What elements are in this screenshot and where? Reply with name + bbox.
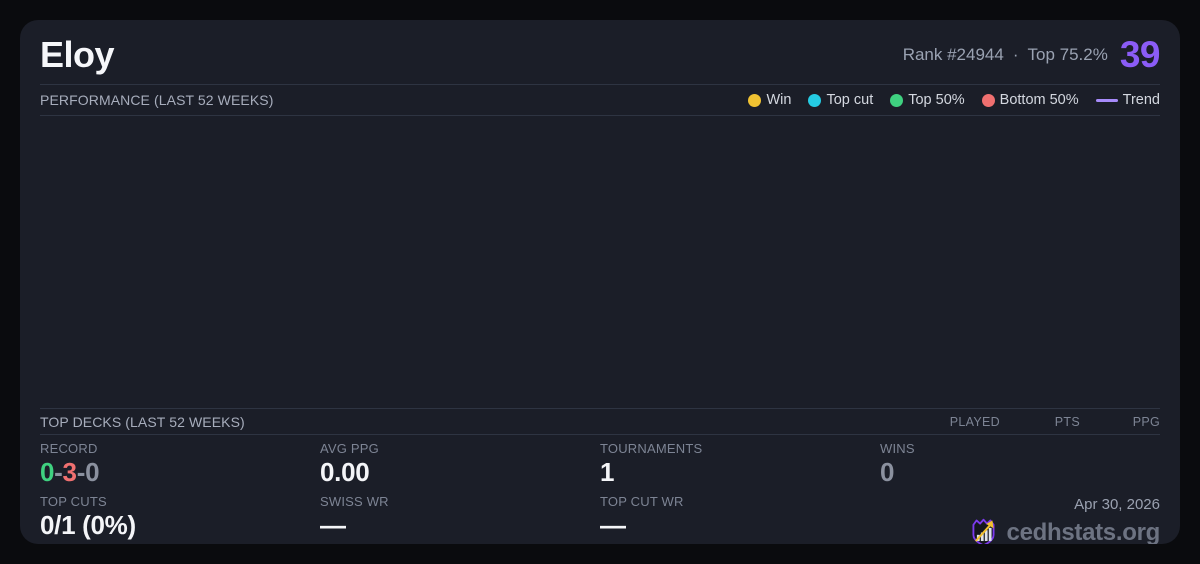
stat-swiss-wr-value: — — [320, 510, 600, 541]
top-cut-dot-icon — [808, 94, 821, 107]
stat-tournaments-value: 1 — [600, 457, 880, 488]
stat-avg-ppg: AVG PPG 0.00 — [320, 441, 600, 494]
date-text: Apr 30, 2026 — [1074, 496, 1160, 513]
stat-top-cuts: TOP CUTS 0/1 (0%) — [40, 494, 320, 544]
record-draws: 0 — [85, 457, 99, 487]
page-title: Eloy — [40, 34, 114, 76]
stat-tournaments: TOURNAMENTS 1 — [600, 441, 880, 494]
chart-legend: Win Top cut Top 50% Bottom 50% Trend — [748, 92, 1160, 108]
top-percent-text: Top 75.2% — [1028, 45, 1108, 65]
stat-top-cuts-value: 0/1 (0%) — [40, 510, 320, 541]
top50-dot-icon — [890, 94, 903, 107]
bottom50-dot-icon — [982, 94, 995, 107]
header-right: Rank #24944 · Top 75.2% 39 — [903, 34, 1160, 76]
legend-item-top50: Top 50% — [890, 92, 964, 108]
column-header-ppg: PPG — [1080, 415, 1160, 429]
stat-wins: WINS 0 — [880, 441, 1160, 494]
legend-item-top-cut: Top cut — [808, 92, 873, 108]
stat-tournaments-label: TOURNAMENTS — [600, 441, 880, 456]
stat-top-cut-wr-label: TOP CUT WR — [600, 494, 880, 509]
performance-chart — [20, 116, 1180, 408]
footer-cell: Apr 30, 2026 cedhstats.org — [880, 494, 1160, 544]
stat-wins-label: WINS — [880, 441, 1160, 456]
score-badge: 39 — [1120, 34, 1160, 76]
rank-summary: Rank #24944 · Top 75.2% — [903, 45, 1108, 65]
stat-record-value: 0-3-0 — [40, 457, 320, 488]
stat-avg-ppg-value: 0.00 — [320, 457, 600, 488]
record-wins: 0 — [40, 457, 54, 487]
legend-item-trend: Trend — [1096, 92, 1160, 108]
stat-swiss-wr: SWISS WR — — [320, 494, 600, 544]
stat-wins-value: 0 — [880, 457, 1160, 488]
top-decks-section-title: TOP DECKS (LAST 52 WEEKS) — [40, 414, 245, 430]
stat-top-cuts-label: TOP CUTS — [40, 494, 320, 509]
cedhstats-logo-icon — [968, 517, 999, 544]
stat-swiss-wr-label: SWISS WR — [320, 494, 600, 509]
performance-section-title: PERFORMANCE (LAST 52 WEEKS) — [40, 92, 274, 108]
stat-avg-ppg-label: AVG PPG — [320, 441, 600, 456]
stat-top-cut-wr: TOP CUT WR — — [600, 494, 880, 544]
rank-text: Rank #24944 — [903, 45, 1004, 65]
top-decks-header-row: TOP DECKS (LAST 52 WEEKS) PLAYED PTS PPG — [20, 409, 1180, 434]
stats-grid: RECORD 0-3-0 AVG PPG 0.00 TOURNAMENTS 1 … — [20, 435, 1180, 544]
legend-item-win: Win — [748, 92, 791, 108]
column-header-pts: PTS — [1000, 415, 1080, 429]
trend-line-icon — [1096, 99, 1118, 102]
top-decks-columns: PLAYED PTS PPG — [920, 415, 1160, 429]
stat-record-label: RECORD — [40, 441, 320, 456]
brand-row: cedhstats.org — [968, 517, 1160, 544]
win-dot-icon — [748, 94, 761, 107]
rank-separator: · — [1013, 45, 1019, 65]
player-stats-card: Eloy Rank #24944 · Top 75.2% 39 PERFORMA… — [20, 20, 1180, 544]
stat-top-cut-wr-value: — — [600, 510, 880, 541]
record-losses: 3 — [63, 457, 77, 487]
stat-record: RECORD 0-3-0 — [40, 441, 320, 494]
brand-text: cedhstats.org — [1007, 519, 1160, 545]
card-header: Eloy Rank #24944 · Top 75.2% 39 — [20, 20, 1180, 84]
column-header-played: PLAYED — [920, 415, 1000, 429]
performance-header-row: PERFORMANCE (LAST 52 WEEKS) Win Top cut … — [20, 85, 1180, 115]
legend-item-bottom50: Bottom 50% — [982, 92, 1079, 108]
